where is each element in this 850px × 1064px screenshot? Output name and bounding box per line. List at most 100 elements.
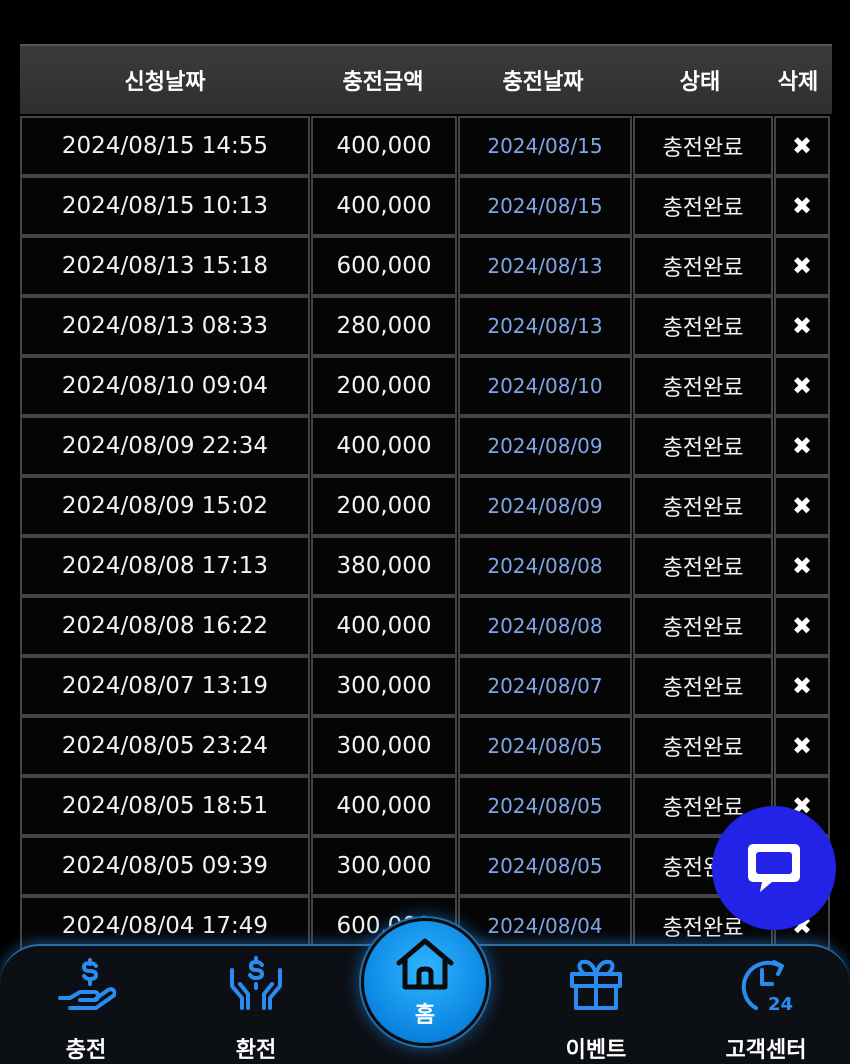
cell-status: 충전완료 [633,596,773,656]
cell-request-date: 2024/08/09 22:34 [20,416,310,476]
cell-request-date: 2024/08/07 13:19 [20,656,310,716]
nav-home-button[interactable]: 홈 [361,918,489,1046]
cell-charge-date: 2024/08/09 [458,476,632,536]
cell-request-date: 2024/08/15 14:55 [20,116,310,176]
hands-dollar-icon [230,956,282,1010]
nav-support-label: 고객센터 [725,1038,807,1063]
delete-button[interactable]: ✖ [774,296,830,356]
cell-charge-date: 2024/08/05 [458,716,632,776]
cell-charge-date: 2024/08/15 [458,176,632,236]
gift-icon [570,959,622,1010]
table-row: 2024/08/05 18:51 400,000 2024/08/05 충전완료 ✖ [20,776,832,836]
cell-status: 충전완료 [633,356,773,416]
nav-charge[interactable]: 충전 [16,954,156,1064]
delete-button[interactable]: ✖ [774,536,830,596]
cell-status: 충전완료 [633,476,773,536]
nav-home-label: 홈 [414,1003,436,1028]
delete-button[interactable]: ✖ [774,716,830,776]
cell-status: 충전완료 [633,416,773,476]
clock-24-icon: 24 [741,960,793,1014]
cell-charge-date: 2024/08/05 [458,836,632,896]
nav-exchange[interactable]: 환전 [186,954,326,1064]
header-amount: 충전금액 [342,70,424,95]
hand-coin-icon [58,958,116,1010]
delete-button[interactable]: ✖ [774,116,830,176]
table-row: 2024/08/15 14:55 400,000 2024/08/15 충전완료 ✖ [20,116,832,176]
table-row: 2024/08/05 09:39300,0002024/08/05충전완료✖ [20,836,832,896]
cell-charge-date: 2024/08/13 [458,236,632,296]
cell-amount: 300,000 [311,716,457,776]
cell-charge-date: 2024/08/10 [458,356,632,416]
cell-request-date: 2024/08/05 18:51 [20,776,310,836]
header-charge-date: 충전날짜 [502,70,584,95]
cell-charge-date: 2024/08/05 [458,776,632,836]
delete-button[interactable]: ✖ [774,356,830,416]
cell-amount: 200,000 [311,476,457,536]
delete-button[interactable]: ✖ [774,176,830,236]
home-icon [396,938,454,990]
header-delete: 삭제 [777,70,819,95]
table-row: 2024/08/09 15:02 200,000 2024/08/09 충전완료 ✖ [20,476,832,536]
cell-amount: 200,000 [311,356,457,416]
nav-charge-label: 충전 [65,1038,107,1063]
cell-charge-date: 2024/08/09 [458,416,632,476]
cell-charge-date: 2024/08/07 [458,656,632,716]
cell-charge-date: 2024/08/08 [458,536,632,596]
header-request-date: 신청날짜 [124,70,206,95]
nav-support[interactable]: 24 고객센터 [696,954,836,1064]
cell-amount: 280,000 [311,296,457,356]
delete-button[interactable]: ✖ [774,416,830,476]
cell-amount: 400,000 [311,776,457,836]
cell-amount: 300,000 [311,836,457,896]
cell-request-date: 2024/08/08 17:13 [20,536,310,596]
cell-amount: 400,000 [311,596,457,656]
delete-button[interactable]: ✖ [774,656,830,716]
chat-button[interactable] [712,806,836,930]
cell-status: 충전완료 [633,536,773,596]
cell-amount: 380,000 [311,536,457,596]
cell-status: 충전완료 [633,656,773,716]
cell-request-date: 2024/08/13 15:18 [20,236,310,296]
cell-amount: 300,000 [311,656,457,716]
cell-charge-date: 2024/08/13 [458,296,632,356]
table-row: 2024/08/15 10:13 400,000 2024/08/15 충전완료 ✖ [20,176,832,236]
nav-exchange-label: 환전 [235,1038,277,1063]
cell-amount: 400,000 [311,416,457,476]
cell-amount: 400,000 [311,176,457,236]
cell-status: 충전완료 [633,176,773,236]
delete-button[interactable]: ✖ [774,596,830,656]
cell-charge-date: 2024/08/15 [458,116,632,176]
cell-status: 충전완료 [633,296,773,356]
table-row: 2024/08/09 22:34 400,000 2024/08/09 충전완료 ✖ [20,416,832,476]
header-status: 상태 [679,70,721,95]
cell-status: 충전완료 [633,236,773,296]
table-row: 2024/08/05 23:24 300,000 2024/08/05 충전완료 ✖ [20,716,832,776]
chat-bubble-icon [748,844,800,892]
header-row: 신청날짜 충전금액 충전날짜 상태 삭제 [20,44,832,114]
cell-request-date: 2024/08/15 10:13 [20,176,310,236]
cell-request-date: 2024/08/08 16:22 [20,596,310,656]
charge-history-table: 2024/08/15 14:55 400,000 2024/08/15 충전완료 ✖ 20… [20,116,832,956]
table-header: 신청날짜 충전금액 충전날짜 상태 삭제 [20,44,832,114]
cell-charge-date: 2024/08/08 [458,596,632,656]
table-row: 2024/08/13 15:18 600,000 2024/08/13 충전완료 ✖ [20,236,832,296]
delete-button[interactable]: ✖ [774,236,830,296]
cell-request-date: 2024/08/09 15:02 [20,476,310,536]
svg-text:24: 24 [768,994,793,1014]
table-row: 2024/08/10 09:04 200,000 2024/08/10 충전완료 ✖ [20,356,832,416]
cell-request-date: 2024/08/10 09:04 [20,356,310,416]
table-row: 2024/08/08 16:22 400,000 2024/08/08 충전완료 ✖ [20,596,832,656]
cell-status: 충전완료 [633,116,773,176]
cell-status: 충전완료 [633,716,773,776]
cell-request-date: 2024/08/13 08:33 [20,296,310,356]
table-row: 2024/08/08 17:13 380,000 2024/08/08 충전완료 ✖ [20,536,832,596]
nav-event[interactable]: 이벤트 [526,954,666,1064]
table-row: 2024/08/13 08:33 280,000 2024/08/13 충전완료 ✖ [20,296,832,356]
nav-event-label: 이벤트 [565,1038,627,1063]
cell-amount: 400,000 [311,116,457,176]
cell-amount: 600,000 [311,236,457,296]
delete-button[interactable]: ✖ [774,476,830,536]
cell-request-date: 2024/08/05 09:39 [20,836,310,896]
cell-request-date: 2024/08/05 23:24 [20,716,310,776]
table-row: 2024/08/07 13:19 300,000 2024/08/07 충전완료 ✖ [20,656,832,716]
